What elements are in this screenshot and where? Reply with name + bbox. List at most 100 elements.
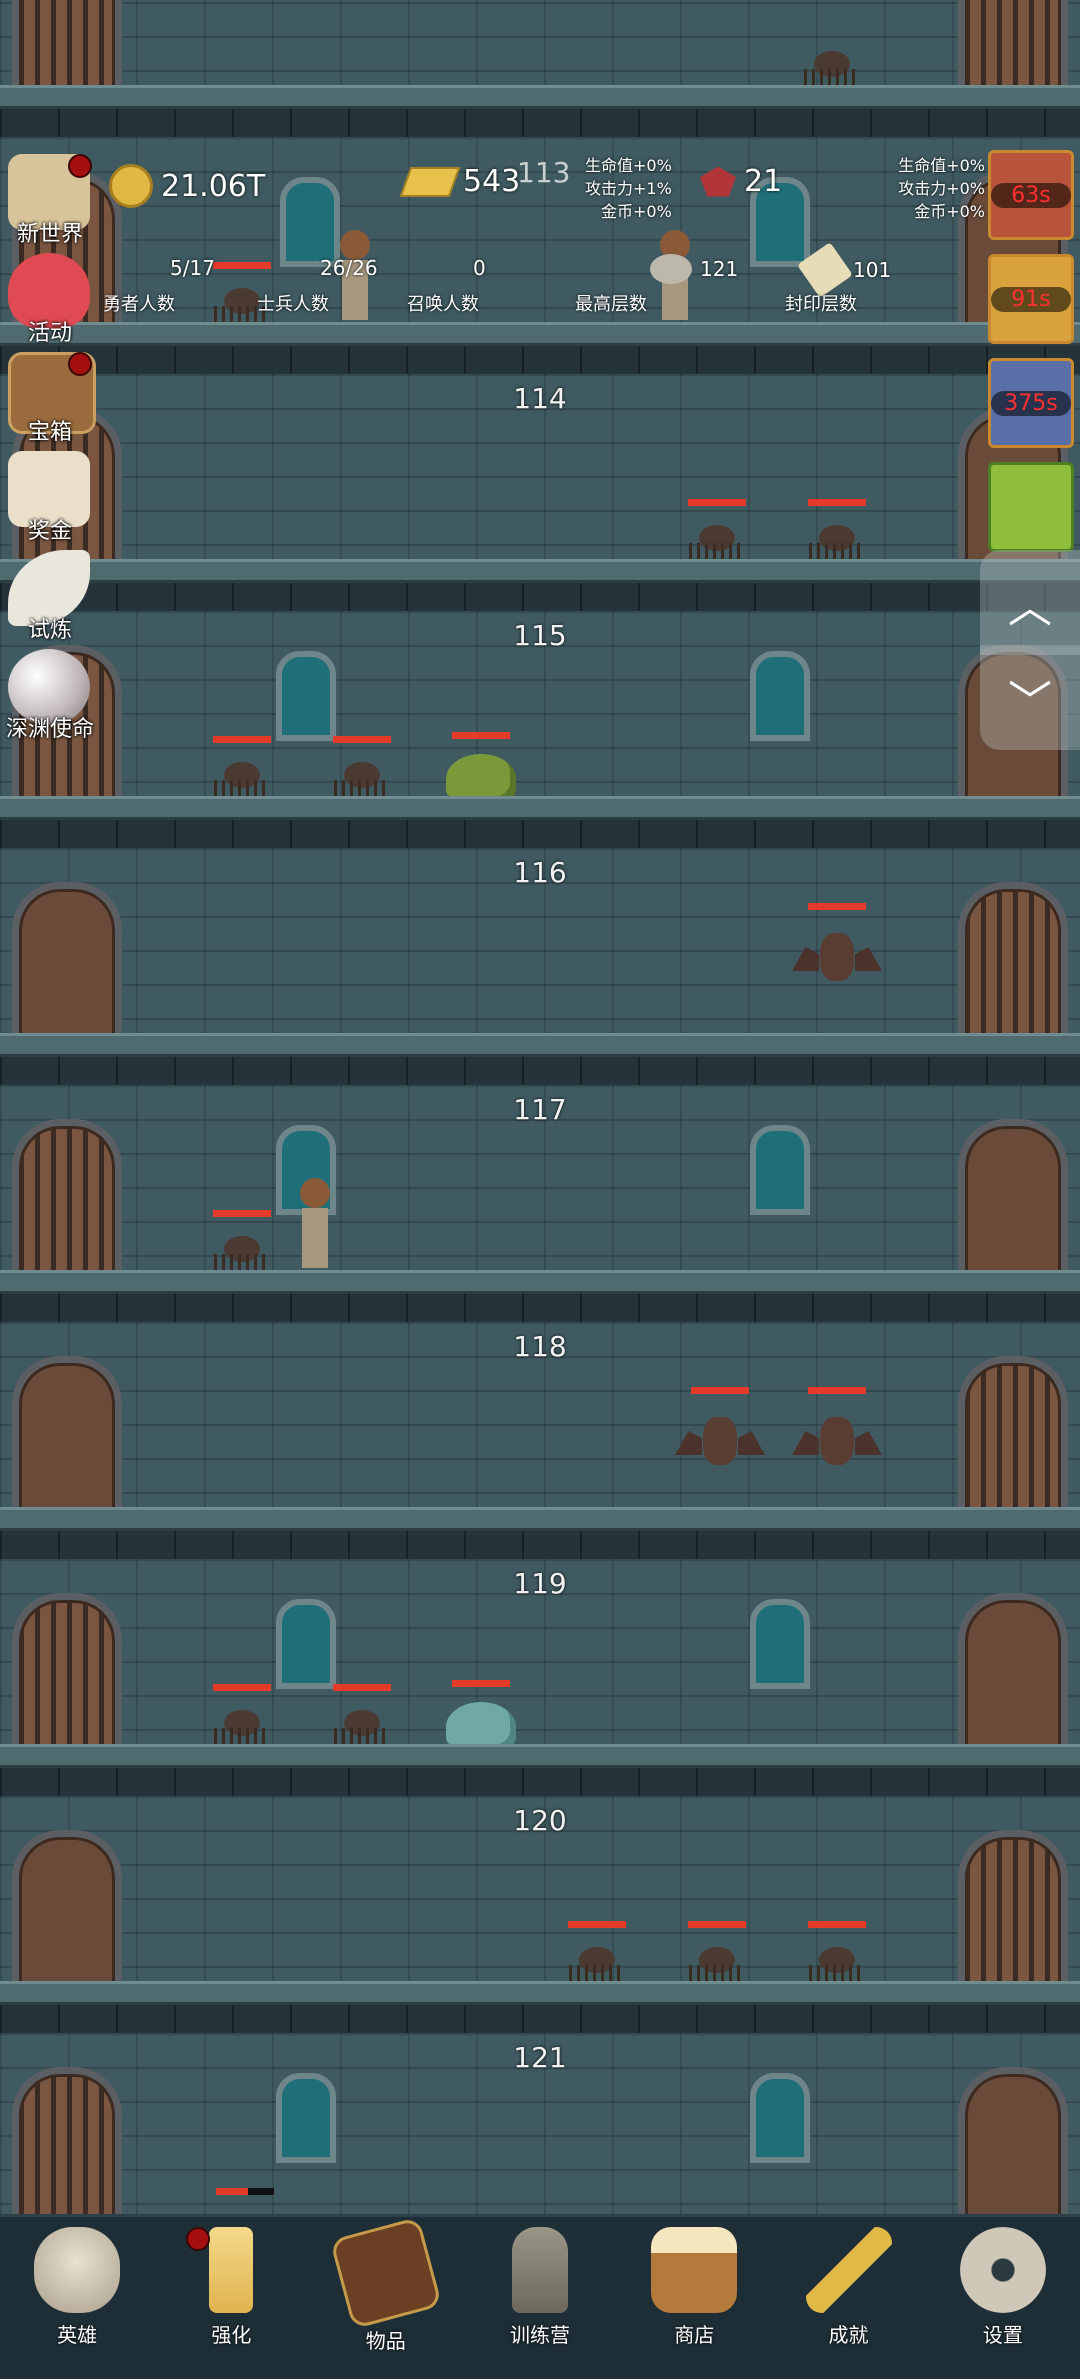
window xyxy=(750,2073,810,2163)
floor-number: 115 xyxy=(513,619,567,652)
atk-bonus: 攻击力+1% xyxy=(585,179,672,198)
coin-counter: 21.06T xyxy=(109,164,265,208)
door xyxy=(958,0,1068,91)
current-floor: 113 xyxy=(517,156,571,189)
tab-heroes[interactable]: 英雄 xyxy=(0,2217,154,2379)
door xyxy=(12,0,122,91)
max-floor: 121 xyxy=(650,254,738,284)
soldier-count: 26/26 xyxy=(320,256,378,280)
tab-items[interactable]: 物品 xyxy=(309,2216,463,2379)
floor-120: 120 xyxy=(0,1796,1080,2033)
floor-number: 121 xyxy=(513,2041,567,2074)
sealed-floor-label: 封印层数 xyxy=(785,294,857,315)
door xyxy=(12,1356,122,1513)
door xyxy=(958,1830,1068,1987)
door xyxy=(12,1593,122,1750)
enemy-hp-bar xyxy=(688,499,746,506)
skull-icon xyxy=(34,2227,121,2313)
floor-partial-top xyxy=(0,0,1080,137)
tab-achievements[interactable]: 成就 xyxy=(771,2217,925,2379)
tab-upgrade[interactable]: 强化 xyxy=(154,2217,308,2379)
notification-badge xyxy=(186,2227,211,2251)
bat-enemy[interactable] xyxy=(792,903,882,995)
enemy-hp-bar xyxy=(452,1680,510,1687)
floor-118: 118 xyxy=(0,1322,1080,1559)
floor-119: 119 xyxy=(0,1559,1080,1796)
side-item-trial[interactable]: 试炼 xyxy=(0,546,100,645)
chevron-down-icon: ﹀ xyxy=(1008,676,1052,728)
floor-number: 118 xyxy=(513,1330,567,1363)
floor-115: 115 xyxy=(0,611,1080,848)
stone-icon xyxy=(650,254,692,284)
enemy-hp-bar xyxy=(213,1210,271,1217)
enemy-hp-bar xyxy=(216,2188,274,2195)
window xyxy=(276,2073,336,2163)
max-floor-label: 最高层数 xyxy=(575,294,647,315)
candle-buff[interactable]: 91s xyxy=(988,254,1074,344)
bat-enemy[interactable] xyxy=(675,1387,765,1479)
enemy-hp-bar xyxy=(333,1684,391,1691)
notification-badge xyxy=(68,352,92,376)
gem-value: 21 xyxy=(744,164,783,199)
bonus-left: 生命值+0% 攻击力+1% 金币+0% xyxy=(585,154,672,223)
gold-value: 543 xyxy=(463,164,521,199)
beer-mug-icon xyxy=(651,2227,738,2313)
bottom-tab-bar: 英雄 强化 物品 训练营 商店 成就 设置 xyxy=(0,2214,1080,2379)
gold-counter: 543 xyxy=(399,164,521,199)
enemy-hp-bar xyxy=(333,736,391,743)
enemy-hp-bar xyxy=(213,736,271,743)
gold-bonus: 金币+0% xyxy=(601,202,672,221)
hp-bonus: 生命值+0% xyxy=(898,156,985,175)
buff-timer: 375s xyxy=(991,391,1071,416)
notification-badge xyxy=(68,154,92,178)
tab-shop[interactable]: 商店 xyxy=(617,2217,771,2379)
summon-count: 0 xyxy=(473,256,486,280)
enemy-hp-bar xyxy=(808,903,866,910)
door xyxy=(958,1356,1068,1513)
candle-icon xyxy=(209,2227,254,2313)
summon-count-label: 召唤人数 xyxy=(407,294,479,315)
floor-114: 114 xyxy=(0,374,1080,611)
scroll-down-button[interactable]: ﹀ xyxy=(980,645,1080,750)
floor-116: 116 xyxy=(0,848,1080,1085)
hero-count: 5/17 xyxy=(170,256,215,280)
door xyxy=(12,882,122,1039)
tower-view[interactable]: 114 115 116 117 118 119 120 121 xyxy=(0,0,1080,2214)
gold-bar-icon xyxy=(399,166,461,197)
window xyxy=(750,651,810,741)
side-item-chest[interactable]: 宝箱 xyxy=(0,348,100,447)
hud-panel: 21.06T 543 113 生命值+0% 攻击力+1% 金币+0% 21 生命… xyxy=(95,150,985,320)
door xyxy=(12,2067,122,2214)
tab-settings[interactable]: 设置 xyxy=(926,2217,1080,2379)
door xyxy=(12,1830,122,1987)
buff-timer: 63s xyxy=(991,183,1071,208)
chevron-up-icon: ︿ xyxy=(1008,581,1052,633)
side-item-abyss-mission[interactable]: 深渊使命 xyxy=(0,645,100,744)
hero-count-label: 勇者人数 xyxy=(103,294,175,315)
side-item-bonus[interactable]: 奖金 xyxy=(0,447,100,546)
hero-unit[interactable] xyxy=(290,1178,338,1278)
slime-buff[interactable] xyxy=(988,462,1074,552)
book-icon xyxy=(329,2216,443,2330)
tab-training-camp[interactable]: 训练营 xyxy=(463,2217,617,2379)
window xyxy=(276,1599,336,1689)
side-item-events[interactable]: 活动 xyxy=(0,249,100,348)
gold-bonus: 金币+0% xyxy=(914,202,985,221)
floor-117: 117 xyxy=(0,1085,1080,1322)
buff-column: 63s 91s 375s xyxy=(988,150,1074,566)
floor-number: 114 xyxy=(513,382,567,415)
floor-121: 121 xyxy=(0,2033,1080,2214)
door xyxy=(958,1119,1068,1276)
floor-number: 120 xyxy=(513,1804,567,1837)
scroll-up-button[interactable]: ︿ xyxy=(980,550,1080,655)
fire-pot-buff[interactable]: 63s xyxy=(988,150,1074,240)
window xyxy=(276,651,336,741)
side-item-new-world[interactable]: 新世界 xyxy=(0,150,100,249)
side-menu: 新世界 活动 宝箱 奖金 试炼 深渊使命 xyxy=(0,150,100,744)
scroll-buff[interactable]: 375s xyxy=(988,358,1074,448)
door xyxy=(958,2067,1068,2214)
coin-value: 21.06T xyxy=(161,168,266,204)
enemy-hp-bar xyxy=(691,1387,749,1394)
enemy-hp-bar xyxy=(213,1684,271,1691)
bat-enemy[interactable] xyxy=(792,1387,882,1479)
